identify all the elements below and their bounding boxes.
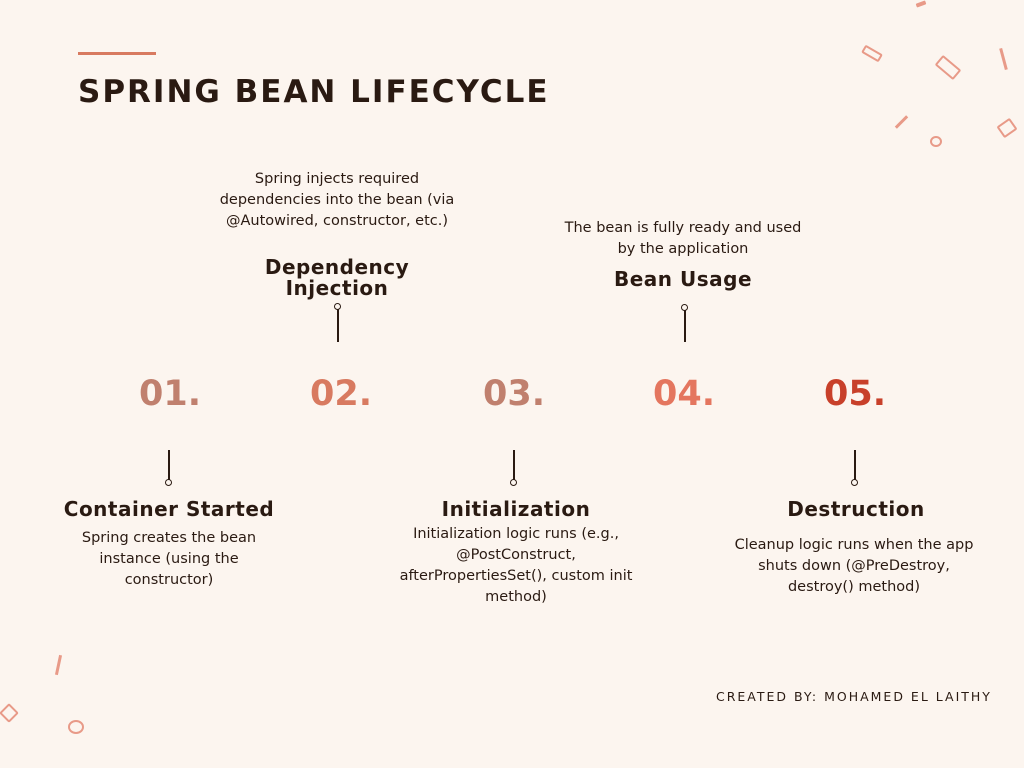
step-desc-dependency-injection: Spring injects required dependencies int… — [219, 171, 455, 229]
step-desc-container-started: Spring creates the bean instance (using … — [81, 530, 257, 588]
step-desc-bean-usage: The bean is fully ready and used by the … — [564, 220, 802, 257]
confetti-decoration — [0, 703, 19, 723]
step-title-destruction: Destruction — [787, 497, 925, 521]
step-title-initialization: Initialization — [441, 497, 591, 521]
step-desc-initialization: Initialization logic runs (e.g., @PostCo… — [399, 526, 633, 605]
connector-dot-05 — [851, 479, 858, 486]
confetti-decoration — [861, 44, 883, 63]
step-number-01: 01. — [138, 374, 201, 414]
step-number-02: 02. — [309, 374, 372, 414]
page-title: SPRING BEAN LIFECYCLE — [78, 74, 550, 110]
connector-line-04 — [684, 310, 686, 342]
step-number-04: 04. — [652, 374, 715, 414]
confetti-decoration — [68, 720, 84, 734]
connector-line-02 — [337, 309, 339, 342]
connector-dot-01 — [165, 479, 172, 486]
confetti-decoration — [996, 117, 1018, 139]
step-desc-destruction: Cleanup logic runs when the app shuts do… — [734, 537, 974, 595]
confetti-decoration — [930, 136, 942, 147]
confetti-decoration — [894, 115, 909, 129]
confetti-decoration — [915, 0, 927, 8]
connector-line-01 — [168, 450, 170, 480]
connector-line-03 — [513, 450, 515, 480]
connector-line-05 — [854, 450, 856, 480]
creator-credit: CREATED BY: MOHAMED EL LAITHY — [716, 689, 992, 704]
step-number-03: 03. — [482, 374, 545, 414]
step-number-05: 05. — [823, 374, 886, 414]
step-title-dependency-injection: Dependency Injection — [264, 255, 410, 300]
confetti-decoration — [934, 54, 962, 81]
confetti-decoration — [999, 47, 1008, 71]
connector-dot-03 — [510, 479, 517, 486]
title-accent-line — [78, 52, 156, 55]
confetti-decoration — [54, 654, 63, 676]
step-title-bean-usage: Bean Usage — [613, 267, 753, 291]
step-title-container-started: Container Started — [63, 497, 275, 521]
